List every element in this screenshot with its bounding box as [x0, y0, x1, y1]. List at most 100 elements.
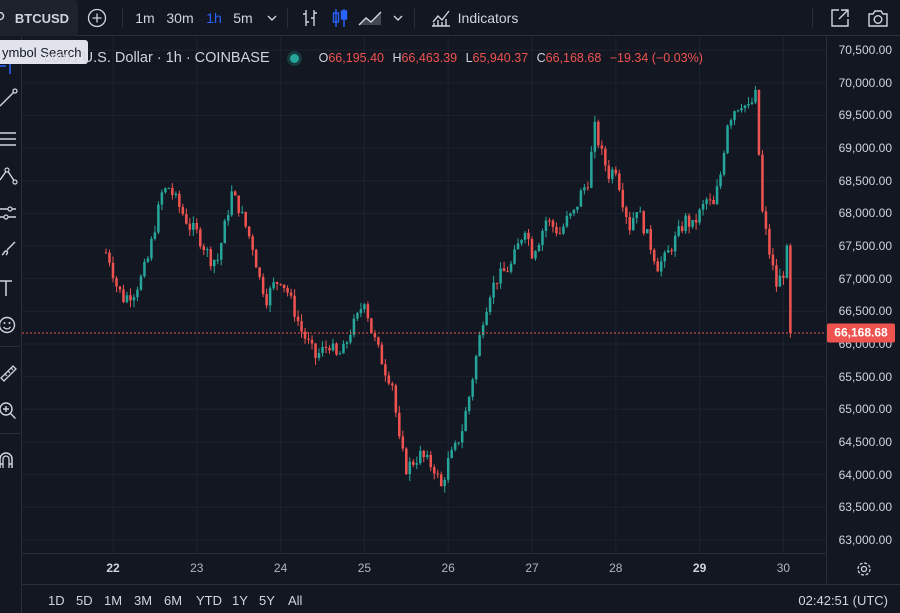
measure-tool-button[interactable] [0, 359, 22, 387]
price-chart[interactable] [22, 37, 826, 553]
time-tick-label: 24 [273, 561, 288, 575]
candle-body [129, 295, 132, 301]
candle-body [370, 318, 373, 334]
price-tick-label: 69,500.00 [838, 108, 892, 123]
interval-dropdown-button[interactable] [262, 0, 282, 36]
candle-body [691, 219, 694, 227]
brush-tool-button[interactable] [0, 235, 22, 263]
candle-body [764, 211, 768, 229]
candle-body [275, 282, 279, 284]
current-price-text: 66,168.68 [834, 325, 888, 340]
chart-style-dropdown-button[interactable] [388, 0, 408, 36]
emoji-tool-button[interactable] [0, 311, 22, 339]
zoom-tool-button[interactable] [0, 396, 22, 424]
screenshot-button[interactable] [864, 0, 892, 36]
external-link-icon [831, 9, 849, 27]
candle-body [446, 457, 450, 480]
magnet-icon [0, 452, 13, 468]
chevron-down-icon [267, 15, 277, 21]
candle-body [729, 120, 733, 126]
symbol-label: BTCUSD [14, 10, 70, 26]
range-5d-button[interactable]: 5D [76, 593, 93, 608]
candle-body [701, 203, 705, 210]
text-tool-button[interactable] [0, 274, 22, 302]
candle-body [181, 206, 185, 215]
indicators-button[interactable]: Indicators [422, 0, 526, 36]
candle-body [233, 191, 237, 196]
candle-body [104, 252, 108, 254]
range-6m-button[interactable]: 6M [164, 593, 182, 608]
forecast-tool-button[interactable] [0, 199, 22, 227]
trend-line-tool-button[interactable] [0, 84, 22, 112]
price-tick-label: 67,500.00 [838, 239, 892, 253]
fib-tool-button[interactable] [0, 125, 22, 153]
interval-1h-button[interactable]: 1h [202, 0, 226, 36]
symbol-search-button[interactable]: BTCUSD [0, 0, 78, 36]
pattern-icon [0, 167, 18, 185]
candle-body [789, 245, 792, 333]
range-5y-button[interactable]: 5Y [259, 593, 275, 608]
candle-body [666, 250, 670, 253]
open-key: O [318, 51, 329, 65]
low-value: 65,940.37 [472, 51, 529, 65]
zoom-in-icon [0, 402, 16, 419]
candle-body [705, 199, 708, 204]
candle-body [768, 228, 771, 255]
candles-chart-style-button[interactable] [326, 0, 354, 36]
interval-1h-label: 1h [206, 10, 222, 26]
candle-body [118, 286, 122, 290]
candle-body [167, 187, 171, 189]
candle-body [265, 294, 268, 306]
price-tick-label: 66,500.00 [838, 304, 892, 319]
interval-5m-button[interactable]: 5m [230, 0, 256, 36]
candle-body [240, 211, 244, 213]
candle-body [537, 245, 541, 252]
range-all-button[interactable]: All [288, 593, 302, 608]
time-tick-label: 23 [190, 561, 204, 575]
candle-body [150, 238, 153, 259]
candle-body [178, 193, 181, 207]
price-tick-label: 64,000.00 [838, 467, 892, 482]
price-axis[interactable]: 70,500.00 70,000.00 69,500.00 69,000.00 68,5… [826, 37, 900, 583]
candle-body [380, 344, 384, 365]
candle-body [206, 249, 209, 251]
pattern-tool-button[interactable] [0, 162, 22, 190]
market-status-indicator[interactable] [289, 53, 299, 63]
magnet-tool-button[interactable] [0, 446, 22, 474]
interval-1m-button[interactable]: 1m [132, 0, 158, 36]
candle-body [223, 220, 226, 244]
close-key: C [536, 51, 546, 65]
price-tick-label: 70,000.00 [838, 75, 892, 90]
candle-body [719, 174, 722, 187]
candle-body [677, 226, 680, 236]
range-1m-button[interactable]: 1M [104, 593, 122, 608]
range-1d-button[interactable]: 1D [48, 593, 65, 608]
chart-settings-button[interactable] [853, 558, 875, 580]
compare-symbol-button[interactable] [84, 0, 110, 36]
open-in-new-window-button[interactable] [826, 0, 854, 36]
candle-body [576, 206, 579, 210]
candle-body [296, 316, 300, 322]
candle-body [401, 436, 405, 449]
candle-body [419, 450, 422, 464]
candle-body [157, 204, 160, 233]
symbol-title[interactable]: coin / U.S. Dollar · 1h · COINBASE [44, 50, 270, 66]
candle-body [726, 125, 729, 154]
range-1y-button[interactable]: 1Y [232, 593, 248, 608]
trend-line-icon [0, 88, 18, 107]
candle-body [363, 304, 366, 310]
time-axis[interactable]: 22 23 24 25 26 27 28 29 30 [22, 553, 826, 583]
area-chart-style-button[interactable] [356, 0, 384, 36]
candle-body [632, 218, 635, 231]
candle-body [544, 220, 548, 231]
candle-body [268, 288, 272, 306]
bar-chart-style-button[interactable] [296, 0, 324, 36]
range-3m-button[interactable]: 3M [134, 593, 152, 608]
range-ytd-button[interactable]: YTD [196, 593, 222, 608]
utc-clock[interactable]: 02:42:51 (UTC) [798, 593, 888, 608]
smiley-icon [0, 316, 16, 334]
ruler-icon [0, 365, 17, 382]
candle-body [216, 259, 220, 261]
interval-30m-button[interactable]: 30m [163, 0, 197, 36]
candle-body [555, 226, 558, 234]
